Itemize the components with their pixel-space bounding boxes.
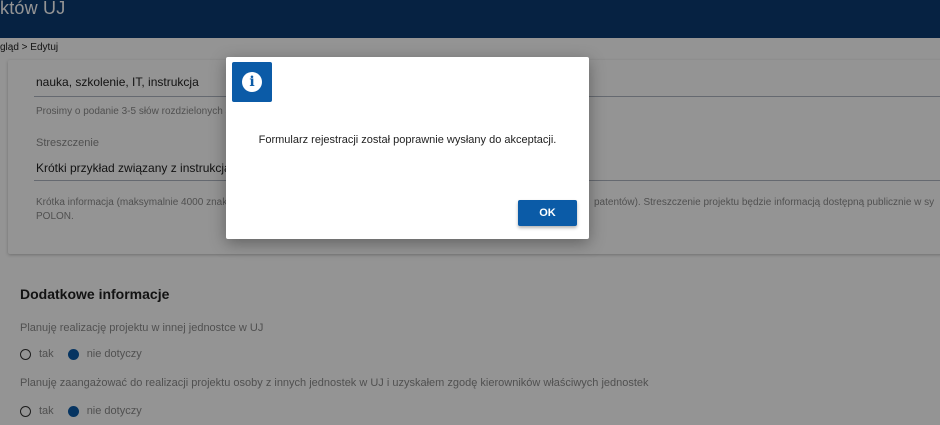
- dialog-message: Formularz rejestracji został poprawnie w…: [258, 134, 557, 146]
- info-icon: i: [242, 72, 262, 92]
- info-badge: i: [232, 62, 272, 102]
- confirmation-dialog: i Formularz rejestracji został poprawnie…: [226, 57, 589, 239]
- ok-button[interactable]: OK: [518, 200, 577, 226]
